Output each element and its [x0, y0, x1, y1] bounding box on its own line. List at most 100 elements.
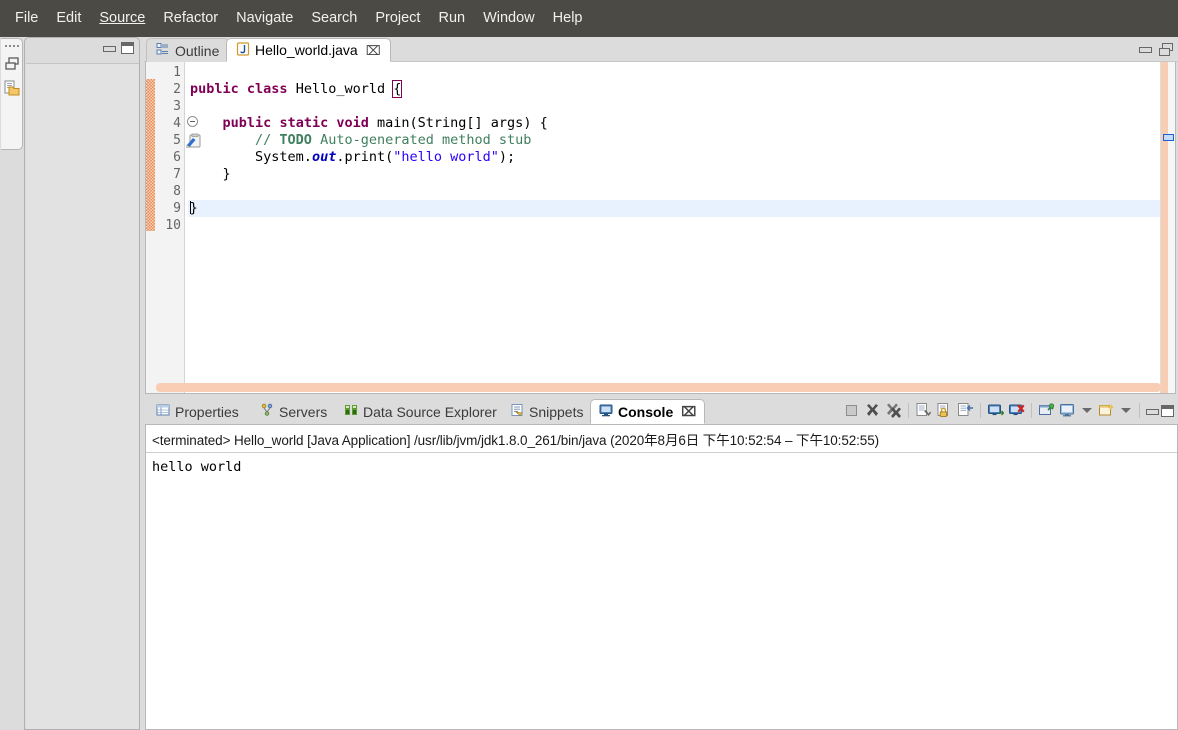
tab-outline[interactable]: Outline [146, 38, 230, 62]
menu-refactor[interactable]: Refactor [154, 8, 227, 29]
clear-console-button[interactable] [915, 402, 932, 419]
overview-ruler[interactable] [1160, 62, 1175, 393]
tab-data-source-explorer[interactable]: Data Source Explorer [336, 399, 505, 424]
open-console-dropdown[interactable] [1121, 408, 1131, 413]
tab-properties[interactable]: Properties [148, 399, 247, 424]
menu-bar: File Edit Source Refactor Navigate Searc… [0, 0, 1178, 37]
line-number-ruler: 1 2 3 4 5 6 7 8 9 10 [155, 62, 185, 393]
line-number: 10 [165, 218, 181, 233]
line-number: 5 [173, 133, 181, 148]
servers-icon [260, 403, 274, 420]
close-icon[interactable]: ⌧ [366, 44, 381, 57]
code-line-7: } [188, 166, 1175, 183]
restore-icon[interactable] [1159, 43, 1173, 56]
left-view-panel-header [25, 38, 139, 62]
overview-ruler-stripe [1161, 62, 1168, 393]
line-number: 3 [173, 99, 181, 114]
line-number: 4 [173, 116, 181, 131]
left-view-panel [24, 37, 140, 730]
menu-help[interactable]: Help [544, 8, 592, 29]
data-source-icon [344, 403, 358, 420]
code-line-5: // TODO Auto-generated method stub [188, 132, 1175, 149]
tab-snippets[interactable]: Snippets [502, 399, 591, 424]
code-line-9: } [188, 200, 1175, 217]
class-name: Hello_world [295, 81, 386, 97]
string-literal: "hello world" [393, 149, 499, 165]
console-icon [599, 403, 613, 420]
tab-data-source-explorer-label: Data Source Explorer [363, 403, 497, 420]
menu-file[interactable]: File [6, 8, 47, 29]
kw-static: static [279, 115, 329, 131]
code-line-6: System.out.print("hello world"); [188, 149, 1175, 166]
menu-edit[interactable]: Edit [47, 8, 90, 29]
word-wrap-button[interactable] [957, 402, 974, 419]
close-brace-outer: } [189, 200, 198, 216]
menu-refactor-label: Refactor [163, 10, 219, 27]
open-console-button[interactable] [1098, 402, 1115, 419]
menu-project[interactable]: Project [366, 8, 429, 29]
bottom-view-stack: Properties Servers Data Source Explorer … [144, 397, 1178, 730]
change-bar-gutter [146, 62, 155, 393]
display-selected-console-dropdown[interactable] [1082, 408, 1092, 413]
maximize-icon[interactable] [121, 42, 134, 54]
restore-icon[interactable] [4, 55, 21, 72]
minimize-icon[interactable] [1139, 44, 1152, 54]
menu-window[interactable]: Window [474, 8, 544, 29]
terminate-button[interactable] [843, 402, 860, 419]
toolbar-separator [1139, 403, 1140, 418]
console-toolbar [843, 402, 1174, 419]
overview-ruler-marker[interactable] [1163, 134, 1174, 141]
pin-console-button[interactable] [1038, 402, 1055, 419]
editor-horizontal-scrollbar[interactable] [156, 383, 1161, 392]
minimize-icon[interactable] [103, 43, 116, 53]
menu-navigate[interactable]: Navigate [227, 8, 302, 29]
menu-source[interactable]: Source [90, 8, 154, 29]
out-field: out [311, 149, 337, 165]
workbench: Outline Hello_world.java ⌧ 1 2 3 4 5 6 7… [0, 37, 1178, 730]
tab-properties-label: Properties [175, 403, 239, 420]
tab-hello-world-java[interactable]: Hello_world.java ⌧ [226, 38, 391, 62]
close-icon[interactable]: ⌧ [681, 405, 696, 418]
tab-console[interactable]: Console ⌧ [590, 399, 706, 424]
minimize-icon[interactable] [1146, 406, 1159, 416]
left-view-panel-controls [103, 42, 134, 54]
left-trim-stack [0, 37, 23, 730]
snippets-icon [510, 403, 524, 420]
print-call: .print( [336, 149, 394, 165]
display-selected-console-button[interactable] [1059, 402, 1076, 419]
menu-search[interactable]: Search [302, 8, 366, 29]
show-console-on-error-button[interactable] [1008, 402, 1025, 419]
remove-launch-button[interactable] [864, 402, 881, 419]
bottom-tab-bar: Properties Servers Data Source Explorer … [144, 397, 1178, 424]
console-body[interactable]: <terminated> Hello_world [Java Applicati… [145, 424, 1178, 730]
trim-drag-handle[interactable] [5, 43, 19, 48]
kw-void: void [336, 115, 369, 131]
tab-servers[interactable]: Servers [252, 399, 335, 424]
outline-icon [156, 42, 170, 59]
left-view-panel-body [26, 63, 139, 729]
menu-run[interactable]: Run [429, 8, 474, 29]
maximize-icon[interactable] [1161, 404, 1174, 417]
show-console-on-output-button[interactable] [987, 402, 1005, 419]
remove-all-terminated-button[interactable] [885, 402, 902, 419]
print-end: ); [498, 149, 516, 165]
console-output-text[interactable]: hello world [146, 453, 1177, 476]
close-brace-inner: } [222, 166, 231, 182]
comment-text: Auto-generated method stub [311, 132, 532, 148]
editor-body[interactable]: 1 2 3 4 5 6 7 8 9 10 public class Hello_… [145, 62, 1176, 394]
package-explorer-icon[interactable] [4, 80, 21, 97]
scroll-lock-button[interactable] [936, 402, 953, 419]
tab-hello-world-java-label: Hello_world.java [255, 42, 358, 58]
code-text[interactable]: public class Hello_world { public static… [186, 62, 1175, 393]
menu-source-label: Source [99, 10, 146, 27]
trim-stack-box [1, 38, 23, 150]
method-signature: main(String[] args) { [377, 115, 548, 131]
line-number: 9 [173, 201, 181, 216]
matching-brace: { [392, 80, 403, 98]
kw-public: public [190, 81, 239, 97]
tab-console-label: Console [618, 403, 674, 420]
